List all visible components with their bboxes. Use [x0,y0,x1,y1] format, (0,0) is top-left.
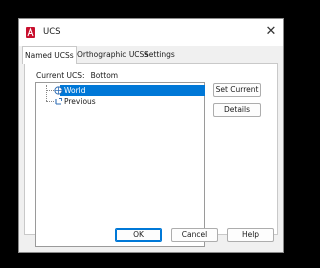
tab-settings[interactable]: Settings [144,46,175,63]
tree-item-previous[interactable]: Previous [40,96,190,107]
tree-item-world[interactable]: World [40,85,205,96]
ucs-previous-icon [55,98,62,105]
details-button[interactable]: Details [213,103,261,117]
title-bar: UCS ✕ [19,19,283,46]
ucs-tree-list[interactable]: World Previous [35,82,205,247]
ucs-world-icon [54,86,63,95]
close-icon[interactable]: ✕ [263,24,279,40]
tab-named-ucss[interactable]: Named UCSs [22,46,77,64]
tree-item-label: Previous [64,97,96,106]
current-ucs-label: Current UCS: [36,71,85,80]
dialog-title: UCS [43,27,61,37]
tab-bar: Named UCSs Orthographic UCSs Settings [19,46,283,64]
autocad-app-icon [26,27,35,38]
ok-button[interactable]: OK [115,228,162,242]
set-current-button[interactable]: Set Current [213,83,261,97]
tab-orthographic-ucss[interactable]: Orthographic UCSs [77,46,148,63]
help-button[interactable]: Help [227,228,274,242]
cancel-button[interactable]: Cancel [171,228,218,242]
current-ucs-value: Bottom [90,71,119,80]
tree-item-label: World [64,86,86,95]
current-ucs-row: Current UCS: Bottom [36,71,118,80]
